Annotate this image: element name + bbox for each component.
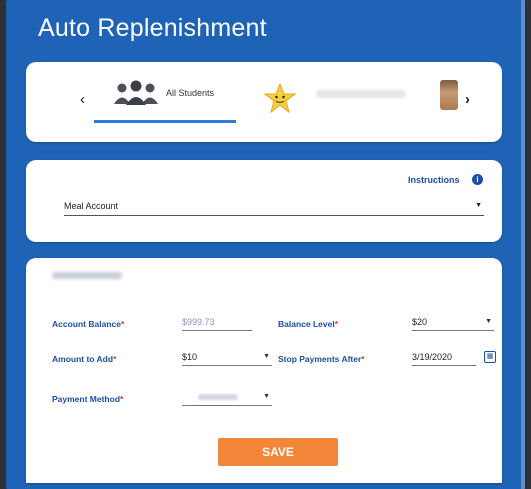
chevron-left-icon[interactable]: ‹ xyxy=(80,91,85,108)
meal-account-select[interactable]: Meal Account ▼ xyxy=(64,198,484,216)
amount-to-add-label: Amount to Add* xyxy=(52,354,117,364)
info-icon[interactable]: i xyxy=(472,174,483,185)
balance-level-label: Balance Level* xyxy=(278,319,339,329)
payment-method-label: Payment Method* xyxy=(52,394,124,404)
amount-to-add-value: $10 xyxy=(182,352,198,362)
amount-to-add-select[interactable]: $10 ▼ xyxy=(182,349,272,366)
balance-level-select[interactable]: $20 ▼ xyxy=(412,314,494,331)
instructions-link[interactable]: Instructions xyxy=(408,175,460,185)
student-photo[interactable] xyxy=(440,80,458,110)
caret-down-icon: ▼ xyxy=(263,353,270,360)
balance-level-value: $20 xyxy=(412,317,428,327)
page-title: Auto Replenishment xyxy=(38,14,267,42)
all-students-label[interactable]: All Students xyxy=(166,88,214,98)
caret-down-icon: ▼ xyxy=(475,202,482,209)
selected-tab-indicator xyxy=(94,120,236,123)
meal-account-value: Meal Account xyxy=(64,201,119,211)
chevron-right-icon[interactable]: › xyxy=(465,91,470,108)
blurred-student-name xyxy=(316,90,406,98)
stop-payments-value: 3/19/2020 xyxy=(412,352,453,362)
account-balance-value: $999.73 xyxy=(182,317,215,327)
caret-down-icon: ▼ xyxy=(485,318,492,325)
blurred-section-header xyxy=(52,272,122,279)
stop-payments-date-input[interactable]: 3/19/2020 xyxy=(412,349,476,366)
replenishment-form-card: Account Balance* $999.73 Balance Level* … xyxy=(26,258,502,483)
meal-account-card: Instructions i Meal Account ▼ xyxy=(26,160,502,242)
stop-payments-label: Stop Payments After* xyxy=(278,354,365,364)
account-balance-label: Account Balance* xyxy=(52,319,125,329)
account-balance-field: $999.73 xyxy=(182,314,252,331)
blurred-payment-method xyxy=(198,394,238,400)
caret-down-icon: ▼ xyxy=(263,393,270,400)
student-selector-card: ‹ All Students › xyxy=(26,62,502,142)
app-frame: Auto Replenishment ‹ All Students › Inst… xyxy=(6,0,525,489)
people-group-icon xyxy=(114,80,158,105)
calendar-icon[interactable]: ▦ xyxy=(484,351,496,363)
star-avatar-icon[interactable] xyxy=(264,82,296,114)
save-button[interactable]: SAVE xyxy=(218,438,338,466)
payment-method-select[interactable]: ▼ xyxy=(182,389,272,406)
